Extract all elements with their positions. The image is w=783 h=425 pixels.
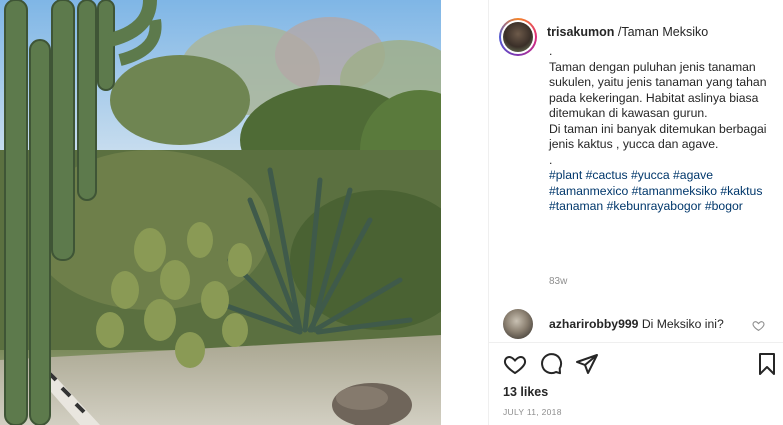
bookmark-icon[interactable] xyxy=(755,352,779,376)
garden-photo-illustration xyxy=(0,0,441,425)
caption-time-ago[interactable]: 83w xyxy=(549,276,567,287)
heart-outline-icon[interactable] xyxy=(752,319,765,332)
author-avatar[interactable] xyxy=(499,18,537,56)
heart-icon[interactable] xyxy=(503,352,527,376)
post-location[interactable]: Taman Meksiko xyxy=(621,25,708,39)
comment-body: azharirobby999 Di Meksiko ini? xyxy=(549,317,724,331)
post-author-line: trisakumon /Taman Meksiko xyxy=(547,23,708,41)
hashtag-link[interactable]: #kaktus xyxy=(720,184,762,198)
author-avatar-image xyxy=(503,22,533,52)
photo-pane-spacer xyxy=(441,0,489,425)
hashtag-link[interactable]: #tanaman xyxy=(549,199,603,213)
comment-row: azharirobby999 Di Meksiko ini? xyxy=(503,309,773,339)
caption-paragraph: Di taman ini banyak ditemukan berbagai j… xyxy=(549,121,767,152)
hashtag-link[interactable]: #cactus xyxy=(586,168,628,182)
hashtag-list: #plant #cactus #yucca #agave #tamanmexic… xyxy=(549,168,774,215)
comment-text: Di Meksiko ini? xyxy=(641,317,724,331)
likes-count[interactable]: 13 likes xyxy=(503,385,548,399)
post-actions-bar xyxy=(503,352,779,378)
post-details-pane: trisakumon /Taman Meksiko . Taman dengan… xyxy=(489,0,783,425)
comment-bubble-icon[interactable] xyxy=(539,352,563,376)
caption-dot: . xyxy=(549,152,553,167)
hashtag-link[interactable]: #yucca xyxy=(631,168,670,182)
post-caption: . Taman dengan puluhan jenis tanaman suk… xyxy=(549,44,774,215)
author-username[interactable]: trisakumon xyxy=(547,25,614,39)
hashtag-link[interactable]: #tamanmeksiko xyxy=(632,184,717,198)
post-photo[interactable] xyxy=(0,0,441,425)
post-date[interactable]: JULY 11, 2018 xyxy=(503,407,562,417)
hashtag-link[interactable]: #plant xyxy=(549,168,582,182)
hashtag-link[interactable]: #agave xyxy=(673,168,713,182)
hashtag-link[interactable]: #kebunrayabogor xyxy=(607,199,702,213)
caption-paragraph: Taman dengan puluhan jenis tanaman sukul… xyxy=(549,59,767,121)
section-divider xyxy=(489,342,783,343)
hashtag-link[interactable]: #tamanmexico xyxy=(549,184,628,198)
paper-plane-icon[interactable] xyxy=(575,352,599,376)
commenter-avatar[interactable] xyxy=(503,309,533,339)
caption-dot: . xyxy=(549,44,553,58)
instagram-post: trisakumon /Taman Meksiko . Taman dengan… xyxy=(0,0,783,425)
hashtag-link[interactable]: #bogor xyxy=(705,199,743,213)
commenter-username[interactable]: azharirobby999 xyxy=(549,317,638,331)
